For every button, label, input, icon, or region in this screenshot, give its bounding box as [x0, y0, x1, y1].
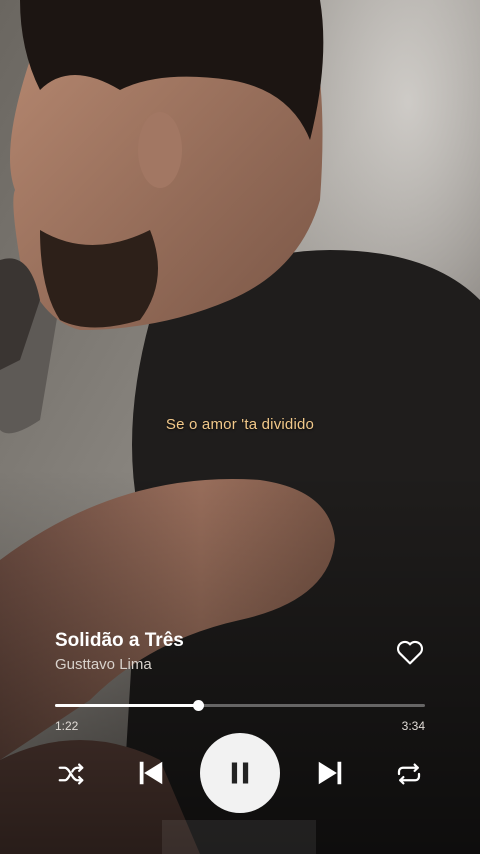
track-artist[interactable]: Gusttavo Lima: [55, 656, 152, 673]
play-pause-button[interactable]: [200, 733, 280, 813]
repeat-button[interactable]: [392, 757, 426, 791]
system-navigation-area: [162, 820, 316, 854]
next-button[interactable]: [313, 755, 347, 791]
elapsed-time: 1:22: [55, 719, 79, 733]
repeat-icon: [397, 763, 421, 785]
pause-icon: [231, 762, 249, 784]
skip-previous-icon: [139, 761, 163, 785]
progress-handle[interactable]: [192, 700, 204, 711]
previous-button[interactable]: [134, 755, 168, 791]
progress-bar[interactable]: [55, 700, 425, 711]
current-lyric-line: Se o amor 'ta dividido: [165, 416, 315, 433]
progress-fill: [55, 704, 198, 707]
track-title[interactable]: Solidão a Três: [55, 630, 184, 652]
total-time: 3:34: [401, 719, 425, 733]
shuffle-button[interactable]: [54, 757, 88, 791]
shuffle-icon: [58, 763, 84, 785]
like-button[interactable]: [394, 636, 426, 668]
skip-next-icon: [318, 761, 342, 785]
heart-outline-icon: [396, 640, 424, 665]
